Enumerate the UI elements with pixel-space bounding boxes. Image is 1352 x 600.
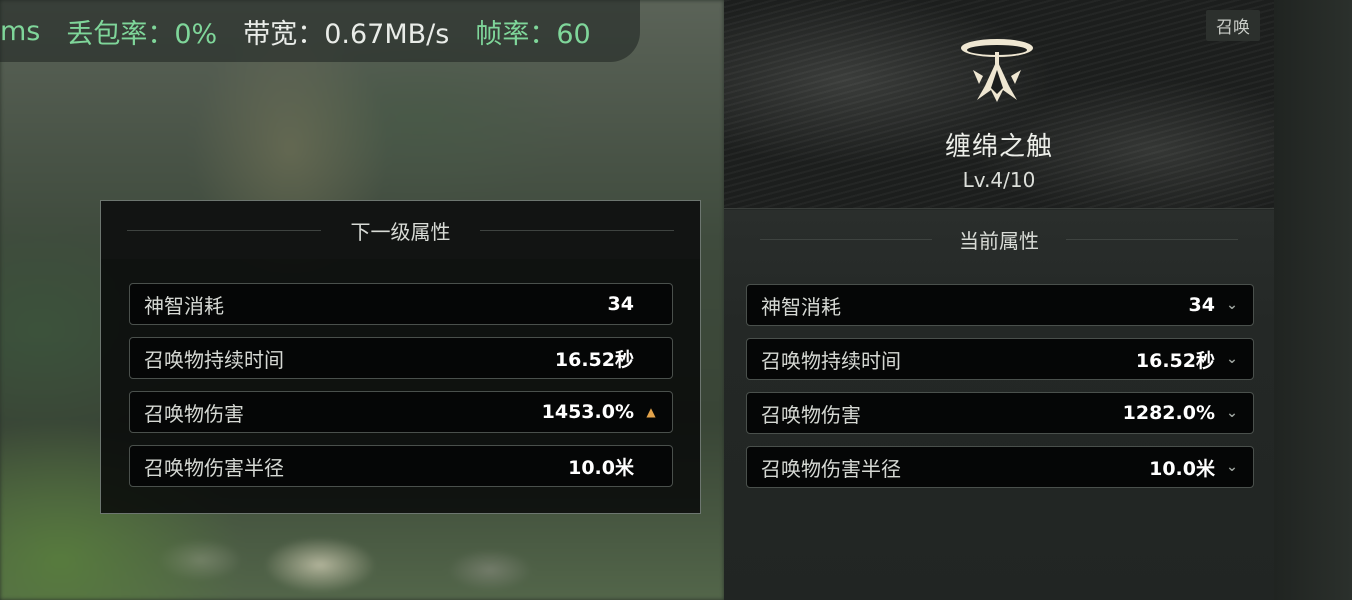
- attribute-value: 10.0米: [1149, 457, 1215, 480]
- current-attributes-panel: 当前属性 神智消耗 34 ⌄ 召唤物持续时间 16.52秒 ⌄ 召唤物伤害 1282…: [724, 210, 1274, 600]
- summon-crest-icon: [961, 39, 1033, 102]
- attribute-value: 34: [1188, 294, 1215, 316]
- chevron-down-icon[interactable]: ⌄: [1225, 351, 1239, 367]
- next-level-rows: 神智消耗 34 召唤物持续时间 16.52秒 召唤物伤害 1453.0% ▲ 召唤…: [129, 283, 673, 499]
- packet-loss-stat: 丢包率：0%: [66, 18, 218, 50]
- next-level-title: 下一级属性: [350, 219, 451, 244]
- attribute-label: 神智消耗: [761, 294, 841, 319]
- header-divider-left: [127, 230, 321, 231]
- attribute-label: 召唤物伤害半径: [761, 456, 901, 481]
- attribute-value: 34: [607, 293, 634, 315]
- stats-prefix: ms: [0, 15, 41, 47]
- increase-arrow-icon: ▲: [646, 405, 656, 419]
- header-divider-right: [480, 230, 674, 231]
- attribute-row-summon-duration[interactable]: 召唤物持续时间 16.52秒 ⌄: [746, 338, 1254, 380]
- attribute-row-sanity-cost: 神智消耗 34: [129, 283, 673, 325]
- attribute-value: 10.0米: [568, 456, 634, 479]
- chevron-down-icon[interactable]: ⌄: [1225, 297, 1239, 313]
- attribute-row-summon-radius[interactable]: 召唤物伤害半径 10.0米 ⌄: [746, 446, 1254, 488]
- attribute-label: 召唤物持续时间: [761, 348, 901, 373]
- skill-card-header: 召唤 缠绵之触 Lv.4/10: [724, 0, 1274, 209]
- attribute-value: 16.52秒: [1135, 349, 1215, 372]
- attribute-value: 1453.0%: [541, 401, 634, 423]
- skill-level: Lv.4/10: [962, 168, 1036, 192]
- chevron-down-icon[interactable]: ⌄: [1225, 459, 1239, 475]
- current-attributes-header: 当前属性: [724, 210, 1274, 268]
- attribute-value: 1282.0%: [1122, 402, 1215, 424]
- attribute-row-summon-radius: 召唤物伤害半径 10.0米: [129, 445, 673, 487]
- attribute-row-summon-damage[interactable]: 召唤物伤害 1282.0% ⌄: [746, 392, 1254, 434]
- current-attribute-rows: 神智消耗 34 ⌄ 召唤物持续时间 16.52秒 ⌄ 召唤物伤害 1282.0% ⌄ …: [746, 284, 1254, 500]
- attribute-row-summon-damage: 召唤物伤害 1453.0% ▲: [129, 391, 673, 433]
- attribute-row-summon-duration: 召唤物持续时间 16.52秒: [129, 337, 673, 379]
- header-divider-left: [760, 239, 932, 240]
- current-attributes-title: 当前属性: [959, 228, 1039, 253]
- game-screen: ms 丢包率：0% 带宽：0.67MB/s 帧率：60 下一级属性 神智消耗 3…: [0, 0, 1352, 600]
- chevron-down-icon[interactable]: ⌄: [1225, 405, 1239, 421]
- attribute-label: 召唤物伤害半径: [144, 455, 284, 480]
- attribute-row-sanity-cost[interactable]: 神智消耗 34 ⌄: [746, 284, 1254, 326]
- right-edge-strip: [1274, 0, 1352, 600]
- attribute-label: 召唤物持续时间: [144, 347, 284, 372]
- network-stats-bar: ms 丢包率：0% 带宽：0.67MB/s 帧率：60: [0, 0, 640, 62]
- attribute-value: 16.52秒: [554, 348, 634, 371]
- attribute-label: 神智消耗: [144, 293, 224, 318]
- header-divider-right: [1066, 239, 1238, 240]
- skill-name: 缠绵之触: [944, 132, 1053, 162]
- fps-stat: 帧率：60: [475, 18, 591, 50]
- next-level-attributes-panel: 下一级属性 神智消耗 34 召唤物持续时间 16.52秒 召唤物伤害 1453.…: [100, 200, 701, 514]
- attribute-label: 召唤物伤害: [761, 402, 861, 427]
- bandwidth-stat: 带宽：0.67MB/s: [243, 18, 450, 50]
- next-level-header: 下一级属性: [101, 201, 700, 259]
- skill-type-tag: 召唤: [1206, 10, 1260, 41]
- attribute-label: 召唤物伤害: [144, 401, 244, 426]
